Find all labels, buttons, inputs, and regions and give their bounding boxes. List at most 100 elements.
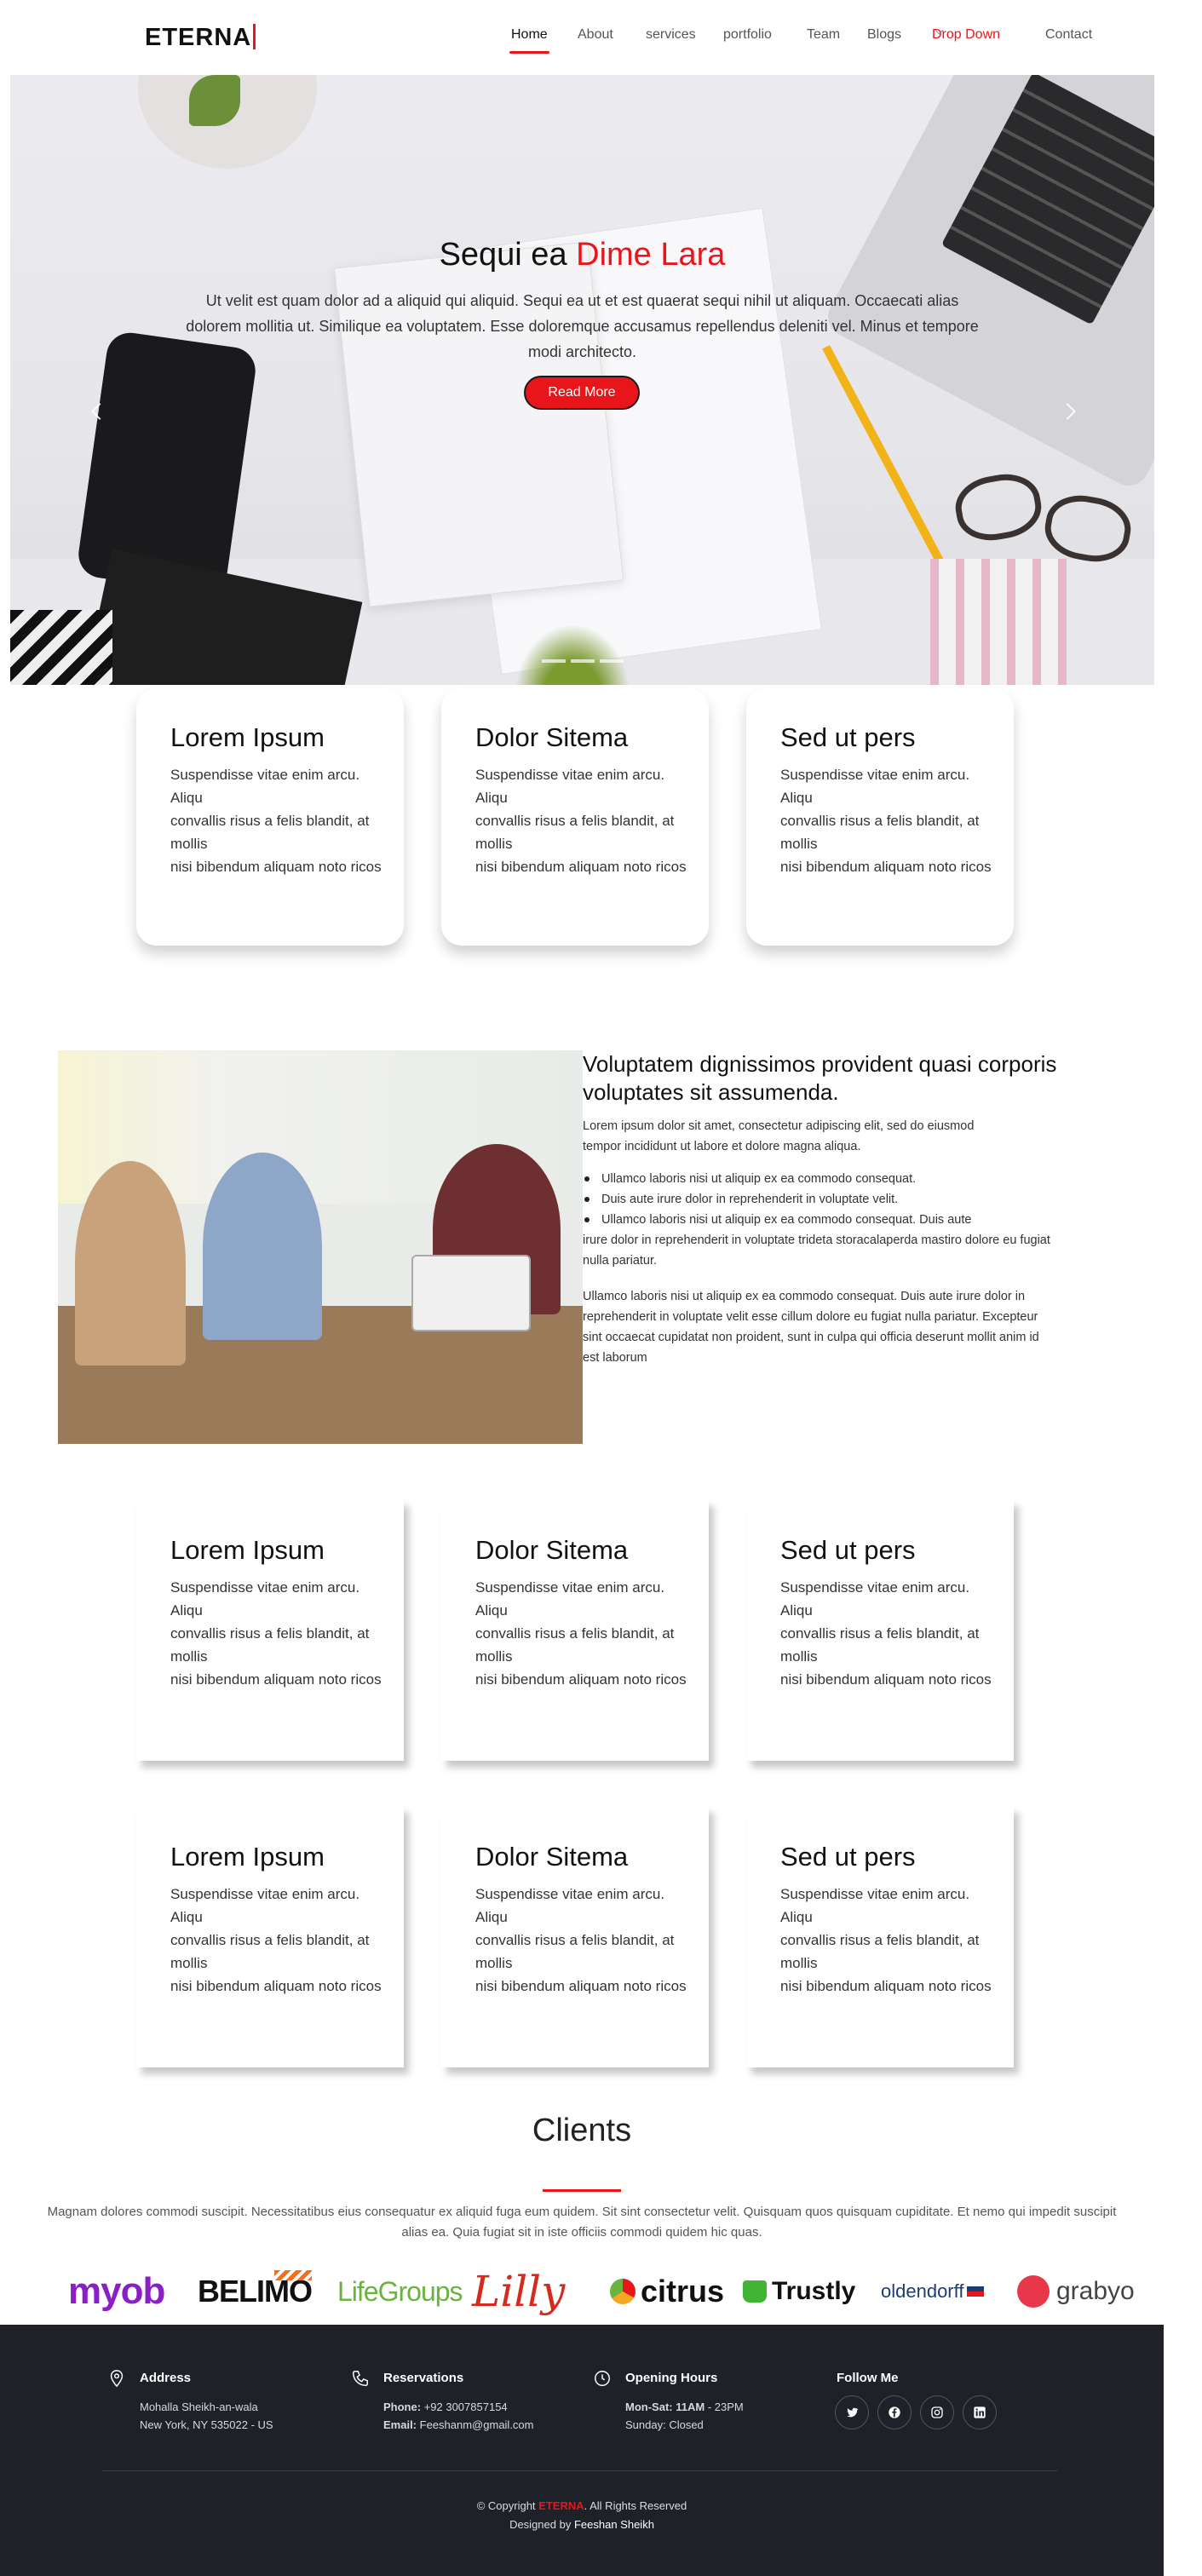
designer-name[interactable]: Feeshan Sheikh <box>574 2518 654 2531</box>
site-footer: Address Mohalla Sheikh-an-wala New York,… <box>0 2325 1164 2576</box>
card-title: Dolor Sitema <box>475 722 629 752</box>
card-title: Lorem Ipsum <box>170 1842 325 1872</box>
footer-hours-weekdays: Mon-Sat: 11AM - 23PM <box>625 2401 744 2413</box>
footer-heading: Follow Me <box>837 2371 899 2385</box>
card-line: nisi bibendum aliquam noto ricos <box>170 1978 382 1994</box>
card-line: convallis risus a felis blandit, at moll… <box>475 1932 675 1971</box>
about-image <box>58 1050 583 1444</box>
hero-phone <box>75 330 259 595</box>
card-line: convallis risus a felis blandit, at moll… <box>780 1932 980 1971</box>
about-outro-line: Ullamco laboris nisi ut aliquip ex ea co… <box>583 1290 1026 1303</box>
card-line: convallis risus a felis blandit, at moll… <box>475 1625 675 1665</box>
office-laptop <box>411 1255 531 1331</box>
copyright-brand: ETERNA <box>538 2499 584 2512</box>
card-title: Sed ut pers <box>780 1535 916 1565</box>
hero-title-accent: Dime Lara <box>576 237 726 273</box>
office-person <box>75 1161 186 1366</box>
citrus-mark-icon <box>610 2279 636 2304</box>
service-card: Sed ut pers Suspendisse vitae enim arcu.… <box>746 1806 1014 2067</box>
designed-by-text: Designed by <box>509 2518 572 2531</box>
hero-title-main: Sequi ea <box>439 237 567 273</box>
nav-contact[interactable]: Contact <box>1045 27 1092 43</box>
nav-portfolio[interactable]: portfolio <box>723 27 772 43</box>
trustly-cart-icon <box>743 2280 767 2303</box>
card-text: Suspendisse vitae enim arcu. Aliqu conval… <box>170 763 383 878</box>
about-outro-line: est laborum <box>583 1351 647 1365</box>
nav-team[interactable]: Team <box>807 27 840 43</box>
footer-address-line: New York, NY 535022 - US <box>140 2418 273 2431</box>
client-logo-text: LifeGroups <box>337 2275 463 2307</box>
designed-by: Designed by Feeshan Sheikh <box>0 2518 1164 2531</box>
carousel-indicator[interactable] <box>542 659 566 663</box>
hero-striped-object <box>10 610 112 685</box>
nav-services[interactable]: services <box>646 27 696 43</box>
clients-divider <box>543 2189 621 2192</box>
client-logo-text: citrus <box>641 2274 725 2309</box>
nav-about[interactable]: About <box>578 27 613 43</box>
footer-phone-value[interactable]: +92 3007857154 <box>424 2401 508 2413</box>
service-card: Sed ut pers Suspendisse vitae enim arcu.… <box>746 1499 1014 1761</box>
about-bullet-continued: nulla pariatur. <box>583 1254 658 1268</box>
card-text: Suspendisse vitae enim arcu. Aliqu conval… <box>170 1576 383 1691</box>
linkedin-icon[interactable] <box>963 2395 997 2429</box>
twitter-icon[interactable] <box>835 2395 869 2429</box>
site-header: ETERNA Home About services portfolio Tea… <box>0 0 1202 75</box>
about-intro: Lorem ipsum dolor sit amet, consectetur … <box>583 1116 974 1157</box>
client-logo-lifegroups[interactable]: LifeGroups <box>337 2262 463 2321</box>
footer-divider <box>102 2470 1058 2471</box>
client-logo-myob[interactable]: myob <box>68 2262 165 2321</box>
card-line: Suspendisse vitae enim arcu. Aliqu <box>475 1579 665 1619</box>
client-logo-text: oldendorff <box>881 2280 964 2302</box>
carousel-indicators <box>542 659 624 663</box>
facebook-glyph <box>889 2406 900 2418</box>
carousel-indicator[interactable] <box>571 659 595 663</box>
client-logo-grabyo[interactable]: grabyo <box>1017 2262 1135 2321</box>
client-logo-text: myob <box>68 2270 165 2312</box>
about-bullet: Ullamco laboris nisi ut aliquip ex ea co… <box>583 1210 1111 1230</box>
clients-title: Clients <box>532 2113 632 2148</box>
footer-hours-value: 11AM <box>676 2401 705 2413</box>
card-line: nisi bibendum aliquam noto ricos <box>475 1978 687 1994</box>
read-more-button[interactable]: Read More <box>524 376 640 410</box>
clients-text: Magnam dolores commodi suscipit. Necessi… <box>9 2202 1155 2243</box>
card-line: convallis risus a felis blandit, at moll… <box>170 1625 370 1665</box>
client-logo-oldendorff[interactable]: oldendorff <box>881 2262 985 2321</box>
nav-blogs[interactable]: Blogs <box>867 27 901 43</box>
instagram-glyph <box>931 2406 943 2418</box>
footer-email-value[interactable]: Feeshanm@gmail.com <box>420 2418 534 2431</box>
footer-heading: Reservations <box>383 2371 464 2385</box>
client-logo-lilly[interactable]: Lilly <box>472 2262 565 2321</box>
card-line: Suspendisse vitae enim arcu. Aliqu <box>170 1886 360 1925</box>
card-text: Suspendisse vitae enim arcu. Aliqu conval… <box>780 1883 993 1998</box>
card-text: Suspendisse vitae enim arcu. Aliqu conval… <box>170 1883 383 1998</box>
card-title: Sed ut pers <box>780 722 916 752</box>
feature-card: Dolor Sitema Suspendisse vitae enim arcu… <box>441 688 709 946</box>
service-card: Dolor Sitema Suspendisse vitae enim arcu… <box>441 1806 709 2067</box>
clients-text-line: alias ea. Quia fugiat sit in iste offici… <box>401 2225 762 2240</box>
hero-fern <box>504 612 641 685</box>
nav-home[interactable]: Home <box>509 27 549 54</box>
card-line: Suspendisse vitae enim arcu. Aliqu <box>780 767 970 806</box>
card-title: Dolor Sitema <box>475 1842 629 1872</box>
carousel-indicator[interactable] <box>600 659 624 663</box>
client-logo-text: Lilly <box>472 2267 566 2316</box>
footer-phone: Phone: +92 3007857154 <box>383 2401 508 2413</box>
card-line: Suspendisse vitae enim arcu. Aliqu <box>170 767 360 806</box>
copyright-text: © Copyright <box>476 2499 536 2512</box>
about-bullet: Duis aute irure dolor in reprehenderit i… <box>583 1189 1111 1210</box>
hero-pink-pencils <box>930 559 1067 685</box>
client-logo-citrus[interactable]: citrus <box>610 2262 724 2321</box>
footer-hours-sunday: Sunday: Closed <box>625 2418 704 2431</box>
copyright-text: . All Rights Reserved <box>584 2499 687 2512</box>
linkedin-glyph <box>974 2406 986 2418</box>
footer-email: Email: Feeshanm@gmail.com <box>383 2418 534 2431</box>
card-title: Lorem Ipsum <box>170 1535 325 1565</box>
hero-glasses-left <box>951 468 1046 547</box>
instagram-icon[interactable] <box>920 2395 954 2429</box>
service-card: Dolor Sitema Suspendisse vitae enim arcu… <box>441 1499 709 1761</box>
client-logo-trustly[interactable]: Trustly <box>743 2262 855 2321</box>
belimo-mark-icon <box>274 2270 312 2280</box>
hero-text: Ut velit est quam dolor ad a aliquid qui… <box>186 292 979 360</box>
facebook-icon[interactable] <box>877 2395 912 2429</box>
client-logo-belimo[interactable]: BELIMO <box>198 2262 313 2321</box>
